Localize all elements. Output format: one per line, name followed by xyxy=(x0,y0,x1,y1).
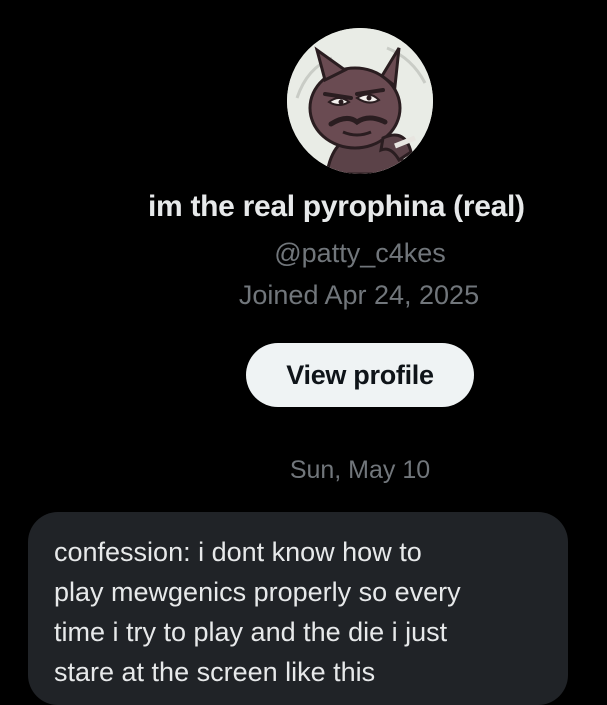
view-profile-button[interactable]: View profile xyxy=(246,343,474,407)
user-handle: @patty_c4kes xyxy=(274,238,446,268)
message-text: confession: i dont know how to play mewg… xyxy=(54,537,461,687)
joined-date: Joined Apr 24, 2025 xyxy=(238,280,480,310)
date-separator: Sun, May 10 xyxy=(289,456,431,484)
display-name: im the real pyrophina (real) xyxy=(148,190,525,223)
avatar[interactable] xyxy=(287,28,433,174)
message-bubble[interactable]: confession: i dont know how to play mewg… xyxy=(28,512,568,705)
cartoon-cat-avatar-icon xyxy=(287,28,433,174)
